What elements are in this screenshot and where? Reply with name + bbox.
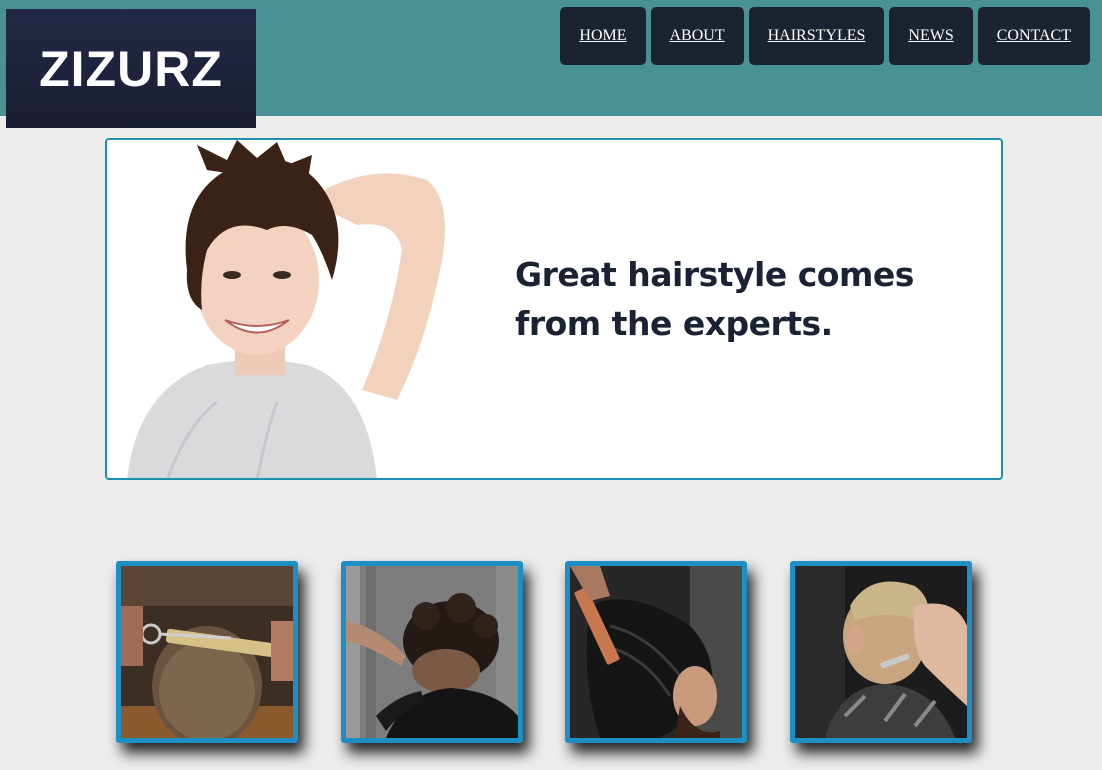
gallery-item-curly-fade[interactable] [341,561,523,743]
nav-home-link[interactable]: HOME [560,7,646,65]
hero-headline: Great hairstyle comes from the experts. [515,250,955,348]
site-header: ZIZURZ HOME ABOUT HAIRSTYLES NEWS CONTAC… [0,0,1102,128]
logo-text: ZIZURZ [39,40,223,97]
hero-headline-line2: from the experts. [515,304,833,343]
hero-headline-line1: Great hairstyle comes [515,255,914,294]
nav-news-link[interactable]: NEWS [889,7,973,65]
barber-curly-fade-photo [346,566,518,738]
nav-hairstyles-link[interactable]: HAIRSTYLES [748,7,885,65]
main-nav: HOME ABOUT HAIRSTYLES NEWS CONTACT [560,7,1090,65]
barber-neck-shave-photo [795,566,967,738]
hero-woman-photo [107,140,467,478]
nav-about-link[interactable]: ABOUT [650,7,744,65]
nav-contact-link[interactable]: CONTACT [977,7,1090,65]
hero-banner: Great hairstyle comes from the experts. [105,138,1003,480]
barber-scissors-photo [121,566,293,738]
gallery-item-long-hair[interactable] [565,561,747,743]
gallery-item-scissors-cut[interactable] [116,561,298,743]
barber-combing-long-hair-photo [570,566,742,738]
gallery-item-neck-shave[interactable] [790,561,972,743]
site-logo[interactable]: ZIZURZ [6,9,256,128]
